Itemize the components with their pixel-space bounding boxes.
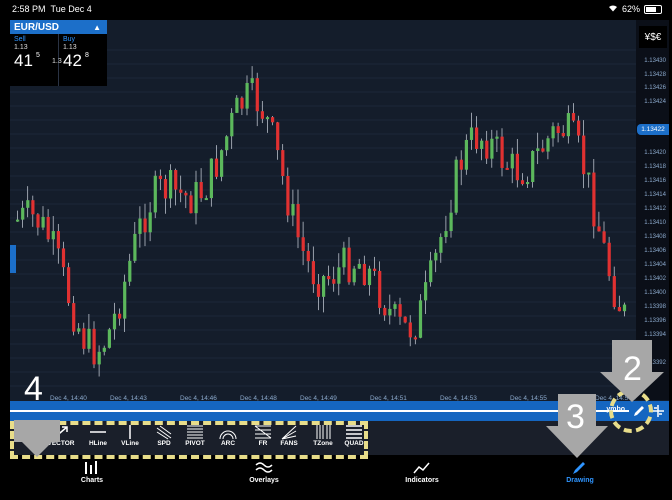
callout-number-4: 4 [24,370,43,408]
callout-4-arrow [14,420,60,457]
callout-number-3: 3 [566,398,585,436]
app-frame: 2:58 PM Tue Dec 4 62% EUR/USD ▲ Sell 1.1… [0,0,672,500]
callout-number-2: 2 [623,350,642,388]
